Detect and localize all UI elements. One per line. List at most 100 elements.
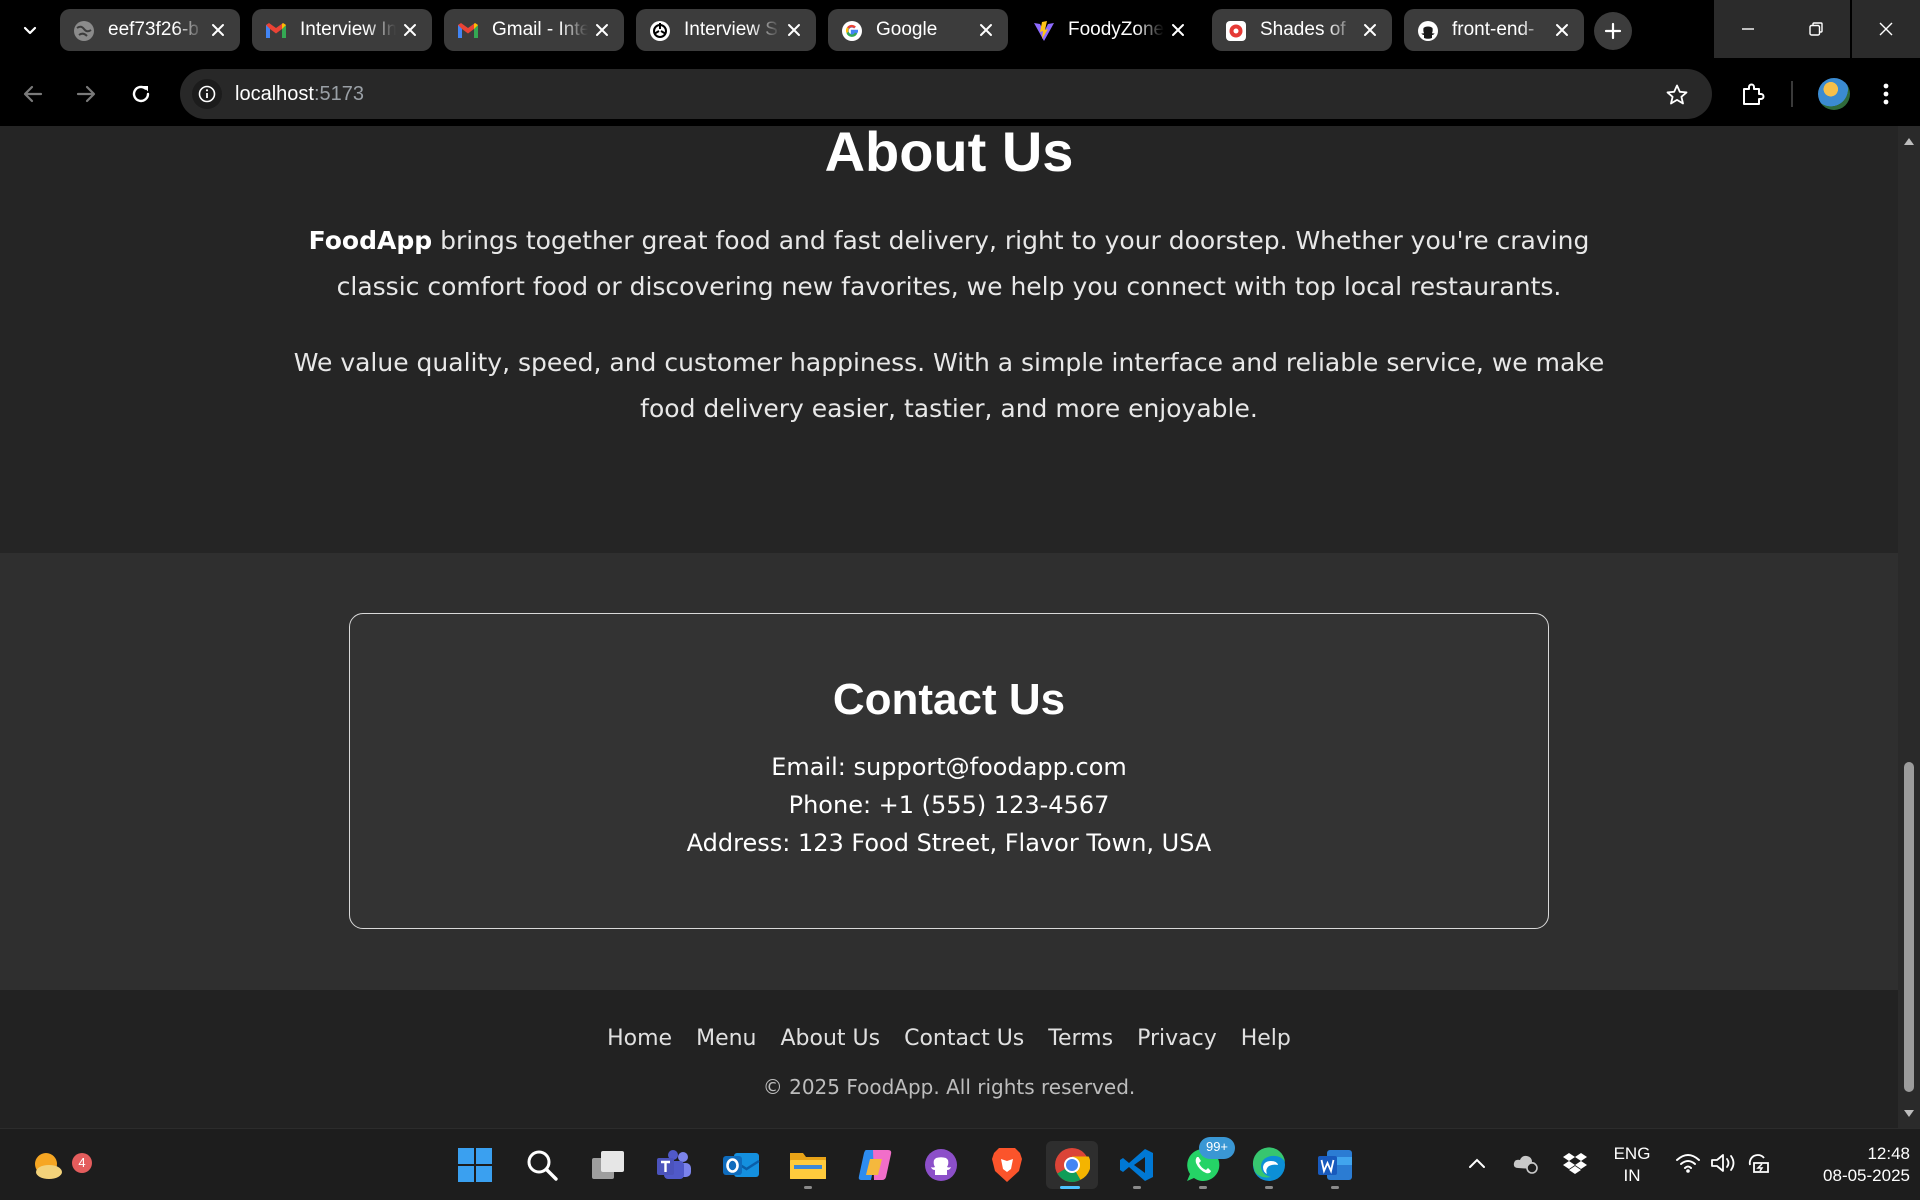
extensions-button[interactable]: [1737, 78, 1769, 110]
tray-overflow-button[interactable]: [1463, 1149, 1491, 1177]
teams-icon: [657, 1150, 691, 1179]
footer-link-contact[interactable]: Contact Us: [904, 1024, 1024, 1054]
wifi-icon: [1676, 1154, 1700, 1173]
google-icon: [840, 19, 864, 43]
taskbar-word[interactable]: [1311, 1141, 1359, 1189]
volume-icon: [1711, 1154, 1735, 1172]
arrow-left-icon: [23, 85, 43, 103]
browser-toolbar: localhost:5173: [0, 61, 1920, 126]
footer-link-terms[interactable]: Terms: [1048, 1024, 1113, 1054]
tab-5[interactable]: FoodyZone: [1020, 9, 1200, 51]
running-indicator: [804, 1186, 812, 1189]
footer-link-about[interactable]: About Us: [781, 1024, 881, 1054]
close-tab-icon[interactable]: [592, 20, 612, 40]
page-scrollbar[interactable]: [1898, 126, 1920, 1128]
url-host: localhost: [235, 83, 314, 105]
new-tab-button[interactable]: [1594, 12, 1632, 50]
weather-widget[interactable]: 4: [24, 1141, 92, 1189]
close-tab-icon[interactable]: [1168, 20, 1188, 40]
minimize-button[interactable]: [1714, 0, 1782, 58]
reload-button[interactable]: [125, 78, 157, 110]
tab-search-button[interactable]: [16, 16, 44, 44]
running-indicator: [1331, 1186, 1339, 1189]
back-button[interactable]: [17, 78, 49, 110]
tray-onedrive[interactable]: [1512, 1149, 1540, 1177]
taskbar-brave[interactable]: [983, 1141, 1031, 1189]
tray-dropbox[interactable]: [1561, 1149, 1589, 1177]
address-bar[interactable]: localhost:5173: [180, 69, 1712, 119]
tab-2[interactable]: Gmail - Inte: [444, 9, 624, 51]
footer-nav: Home Menu About Us Contact Us Terms Priv…: [0, 1024, 1898, 1054]
taskbar-task-view[interactable]: [584, 1141, 632, 1189]
taskbar-copilot[interactable]: [851, 1141, 899, 1189]
footer-link-home[interactable]: Home: [607, 1024, 672, 1054]
weather-icon: [35, 1153, 62, 1179]
close-tab-icon[interactable]: [976, 20, 996, 40]
tab-title: Interview So: [684, 19, 780, 40]
contact-heading: Contact Us: [832, 675, 1066, 724]
about-paragraph-1-text: brings together great food and fast deli…: [336, 226, 1590, 301]
battery-charging-icon: [1748, 1154, 1769, 1173]
chatgpt-icon: [648, 19, 672, 43]
close-tab-icon[interactable]: [1360, 20, 1380, 40]
close-tab-icon[interactable]: [400, 20, 420, 40]
taskbar-outlook[interactable]: [717, 1141, 765, 1189]
puzzle-icon: [1743, 83, 1765, 105]
taskbar-github-desktop[interactable]: [917, 1141, 965, 1189]
vscode-icon: [1120, 1149, 1153, 1181]
taskbar-file-explorer[interactable]: [784, 1141, 832, 1189]
taskbar-teams[interactable]: [650, 1141, 698, 1189]
running-indicator: [1133, 1186, 1141, 1189]
tray-battery[interactable]: [1746, 1149, 1774, 1177]
url-port: :5173: [313, 83, 364, 105]
tab-1[interactable]: Interview In: [252, 9, 432, 51]
close-tab-icon[interactable]: [208, 20, 228, 40]
footer-link-menu[interactable]: Menu: [696, 1024, 756, 1054]
footer-link-privacy[interactable]: Privacy: [1137, 1024, 1217, 1054]
taskbar-edge[interactable]: [1245, 1141, 1293, 1189]
taskbar-search[interactable]: [518, 1141, 566, 1189]
tab-title: front-end-: [1452, 19, 1535, 40]
scroll-up-arrow-icon[interactable]: [1903, 135, 1915, 147]
tab-6[interactable]: Shades of: [1212, 9, 1392, 51]
record-icon: [1224, 19, 1248, 43]
reload-icon: [132, 85, 150, 103]
forward-button[interactable]: [70, 78, 102, 110]
more-vert-icon: [1883, 83, 1889, 105]
chrome-menu-button[interactable]: [1870, 78, 1902, 110]
taskbar-vscode[interactable]: [1113, 1141, 1161, 1189]
tray-volume[interactable]: [1710, 1149, 1738, 1177]
scroll-thumb[interactable]: [1904, 762, 1914, 1092]
taskbar-clock[interactable]: 12:48 08-05-2025: [1790, 1143, 1910, 1187]
contact-card: Contact Us Email: support@foodapp.com Ph…: [349, 613, 1549, 929]
bookmark-star-icon[interactable]: [1664, 82, 1690, 108]
taskbar-whatsapp[interactable]: 99+: [1179, 1137, 1235, 1189]
restore-button[interactable]: [1782, 0, 1850, 58]
contact-phone: Phone: +1 (555) 123-4567: [788, 791, 1110, 819]
running-indicator: [1199, 1186, 1207, 1189]
minimize-icon: [1742, 28, 1754, 30]
arrow-right-icon: [76, 85, 96, 103]
close-tab-icon[interactable]: [1552, 20, 1572, 40]
github-icon: [1416, 19, 1440, 43]
language-indicator[interactable]: ENG IN: [1610, 1143, 1654, 1187]
scroll-down-arrow-icon[interactable]: [1903, 1108, 1915, 1120]
tab-4[interactable]: Google: [828, 9, 1008, 51]
whatsapp-badge: 99+: [1199, 1137, 1235, 1159]
footer-link-help[interactable]: Help: [1241, 1024, 1291, 1054]
brave-icon: [992, 1148, 1022, 1182]
taskbar-chrome[interactable]: [1046, 1141, 1098, 1189]
tab-0[interactable]: eef73f26-b: [60, 9, 240, 51]
taskbar-start[interactable]: [451, 1141, 499, 1189]
github-desktop-icon: [925, 1149, 957, 1181]
tab-7[interactable]: front-end-: [1404, 9, 1584, 51]
close-tab-icon[interactable]: [784, 20, 804, 40]
tab-title: Shades of: [1260, 19, 1346, 40]
tray-wifi[interactable]: [1674, 1149, 1702, 1177]
profile-avatar[interactable]: [1818, 78, 1850, 110]
site-info-icon[interactable]: [192, 79, 222, 109]
chrome-icon: [1055, 1148, 1090, 1182]
about-paragraph-1: FoodApp brings together great food and f…: [280, 218, 1618, 310]
close-window-button[interactable]: [1852, 0, 1920, 58]
tab-3[interactable]: Interview So: [636, 9, 816, 51]
